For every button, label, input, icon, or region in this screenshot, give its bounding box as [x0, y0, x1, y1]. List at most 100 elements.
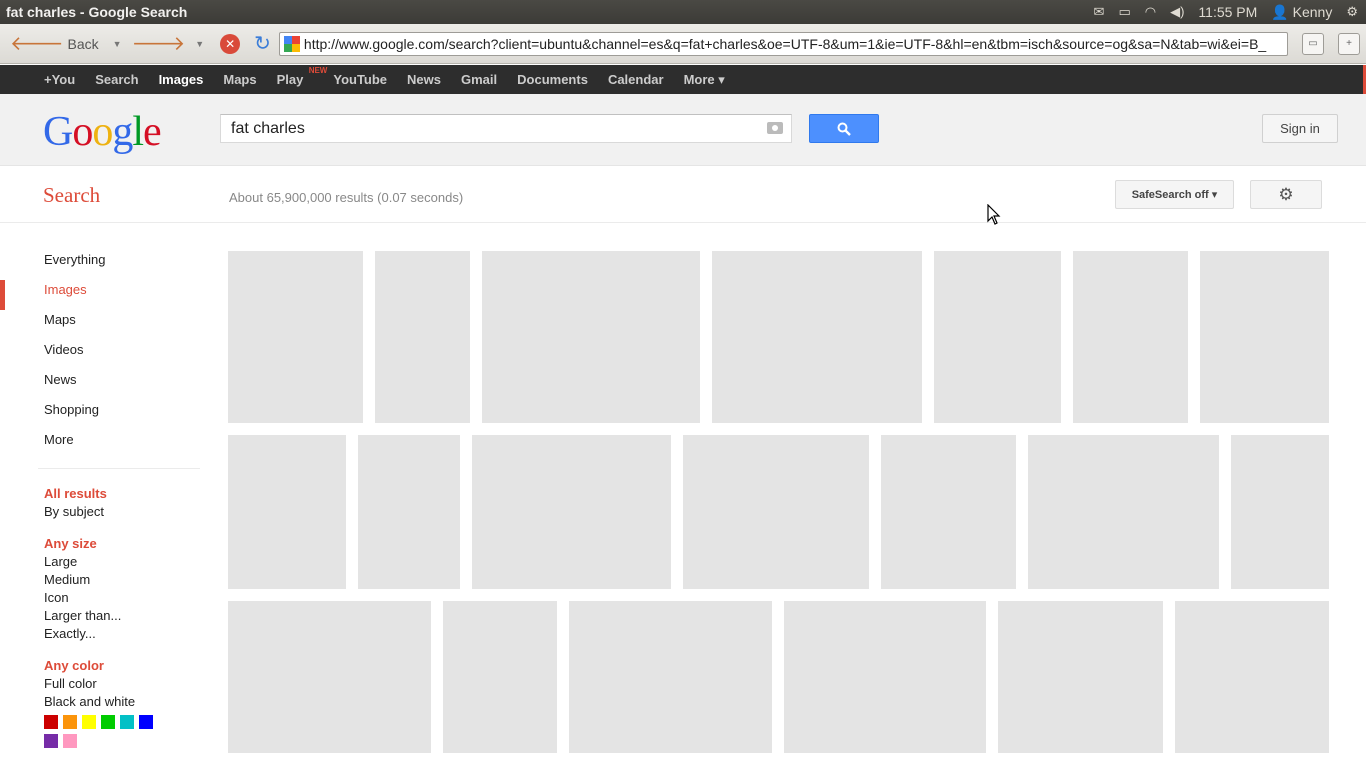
window-title: fat charles - Google Search — [6, 4, 188, 20]
gbar-gmail[interactable]: Gmail — [451, 72, 507, 87]
filter-larger-than[interactable]: Larger than... — [44, 607, 200, 625]
filter-full-color[interactable]: Full color — [44, 675, 200, 693]
image-result[interactable] — [569, 601, 772, 753]
search-button[interactable] — [809, 114, 879, 143]
user-name: Kenny — [1292, 3, 1333, 20]
system-tray: ✉ ▭ ◠ ◀) 11:55 PM 👤 Kenny ⚙ — [1094, 4, 1366, 21]
wifi-icon[interactable]: ◠ — [1145, 4, 1156, 20]
search-input[interactable]: fat charles — [220, 114, 792, 143]
os-top-panel: fat charles - Google Search ✉ ▭ ◠ ◀) 11:… — [0, 0, 1366, 24]
menu-button[interactable]: + — [1338, 32, 1360, 55]
image-result[interactable] — [784, 601, 986, 753]
gbar-youtube[interactable]: YouTube — [323, 72, 397, 87]
mail-icon[interactable]: ✉ — [1094, 4, 1105, 20]
image-result[interactable] — [228, 601, 431, 753]
mouse-cursor-icon — [987, 204, 1001, 225]
filter-large[interactable]: Large — [44, 553, 200, 571]
color-swatch[interactable] — [101, 715, 115, 729]
gbar-news[interactable]: News — [397, 72, 451, 87]
filter-icon[interactable]: Icon — [44, 589, 200, 607]
sign-in-button[interactable]: Sign in — [1262, 114, 1338, 143]
color-swatch[interactable] — [44, 734, 58, 748]
image-result[interactable] — [1073, 251, 1188, 423]
color-swatch[interactable] — [82, 715, 96, 729]
color-swatch[interactable] — [63, 734, 77, 748]
gear-icon[interactable]: ⚙ — [1346, 4, 1358, 20]
image-result[interactable] — [683, 435, 869, 589]
back-button[interactable]: 🡐 Back — [6, 30, 103, 58]
gbar-search[interactable]: Search — [85, 72, 148, 87]
image-result[interactable] — [1200, 251, 1329, 423]
stop-button[interactable]: ✕ — [220, 33, 241, 54]
image-result[interactable] — [998, 601, 1163, 753]
image-result[interactable] — [1175, 601, 1329, 753]
search-query: fat charles — [231, 119, 305, 137]
image-result[interactable] — [228, 435, 346, 589]
filter-results: All results By subject — [0, 485, 200, 521]
logo-letter: l — [132, 109, 144, 155]
address-bar[interactable]: http://www.google.com/search?client=ubun… — [278, 31, 1288, 56]
image-result[interactable] — [712, 251, 922, 423]
gbar-play[interactable]: Play NEW — [267, 66, 328, 87]
logo-letter: o — [72, 109, 93, 155]
divider — [0, 222, 1366, 223]
bookmark-button[interactable]: ▭ — [1302, 32, 1324, 55]
color-swatch[interactable] — [120, 715, 134, 729]
filter-exactly[interactable]: Exactly... — [44, 625, 200, 643]
back-history-dropdown[interactable]: ▼ — [107, 39, 128, 49]
gbar-calendar[interactable]: Calendar — [598, 72, 674, 87]
favicon-icon — [283, 35, 300, 52]
volume-icon[interactable]: ◀) — [1170, 4, 1184, 20]
settings-button[interactable]: ⚙ — [1250, 180, 1322, 209]
gbar-documents[interactable]: Documents — [507, 72, 598, 87]
image-result[interactable] — [881, 435, 1016, 589]
nav-shopping[interactable]: Shopping — [0, 400, 200, 430]
forward-button[interactable]: 🡒 — [132, 31, 186, 56]
nav-images[interactable]: Images — [0, 280, 200, 310]
nav-news[interactable]: News — [0, 370, 200, 400]
gbar-images[interactable]: Images — [149, 72, 214, 87]
user-icon: 👤 — [1271, 3, 1289, 20]
nav-videos[interactable]: Videos — [0, 340, 200, 370]
gbar-you[interactable]: +You — [34, 72, 85, 87]
filter-any-color[interactable]: Any color — [44, 657, 200, 675]
battery-icon[interactable]: ▭ — [1118, 4, 1130, 20]
filter-medium[interactable]: Medium — [44, 571, 200, 589]
color-swatch[interactable] — [139, 715, 153, 729]
image-result[interactable] — [1231, 435, 1329, 589]
camera-icon[interactable] — [767, 122, 783, 134]
filter-color: Any color Full color Black and white — [0, 657, 200, 748]
gbar-maps[interactable]: Maps — [213, 72, 266, 87]
nav-maps[interactable]: Maps — [0, 310, 200, 340]
image-result[interactable] — [443, 601, 557, 753]
color-swatch[interactable] — [63, 715, 77, 729]
back-arrow-icon: 🡐 — [10, 33, 64, 55]
safesearch-button[interactable]: SafeSearch off ▾ — [1115, 180, 1234, 209]
nav-more[interactable]: More — [0, 430, 200, 460]
nav-everything[interactable]: Everything — [0, 250, 200, 280]
filter-any-size[interactable]: Any size — [44, 535, 200, 553]
reload-button[interactable]: ↻ — [254, 31, 271, 56]
user-menu[interactable]: 👤 Kenny — [1271, 4, 1332, 21]
image-result[interactable] — [358, 435, 460, 589]
nav-divider — [38, 468, 200, 469]
image-result[interactable] — [228, 251, 363, 423]
image-result[interactable] — [375, 251, 470, 423]
clock[interactable]: 11:55 PM — [1198, 4, 1257, 20]
browser-toolbar: 🡐 Back ▼ 🡒 ▼ ✕ ↻ http://www.google.com/s… — [0, 24, 1366, 64]
image-result[interactable] — [482, 251, 700, 423]
logo-letter: g — [112, 109, 133, 155]
color-swatch[interactable] — [44, 715, 58, 729]
google-bar: +You Search Images Maps Play NEW YouTube … — [0, 65, 1366, 97]
filter-by-subject[interactable]: By subject — [44, 503, 200, 521]
image-result[interactable] — [1028, 435, 1219, 589]
image-result[interactable] — [472, 435, 671, 589]
google-logo[interactable]: Google — [43, 108, 162, 156]
gear-icon: ⚙ — [1278, 184, 1294, 204]
gbar-more[interactable]: More ▾ — [674, 72, 735, 88]
logo-letter: G — [43, 109, 73, 155]
forward-history-dropdown[interactable]: ▼ — [189, 39, 210, 49]
image-result[interactable] — [934, 251, 1061, 423]
filter-black-white[interactable]: Black and white — [44, 693, 200, 711]
filter-all-results[interactable]: All results — [44, 485, 200, 503]
